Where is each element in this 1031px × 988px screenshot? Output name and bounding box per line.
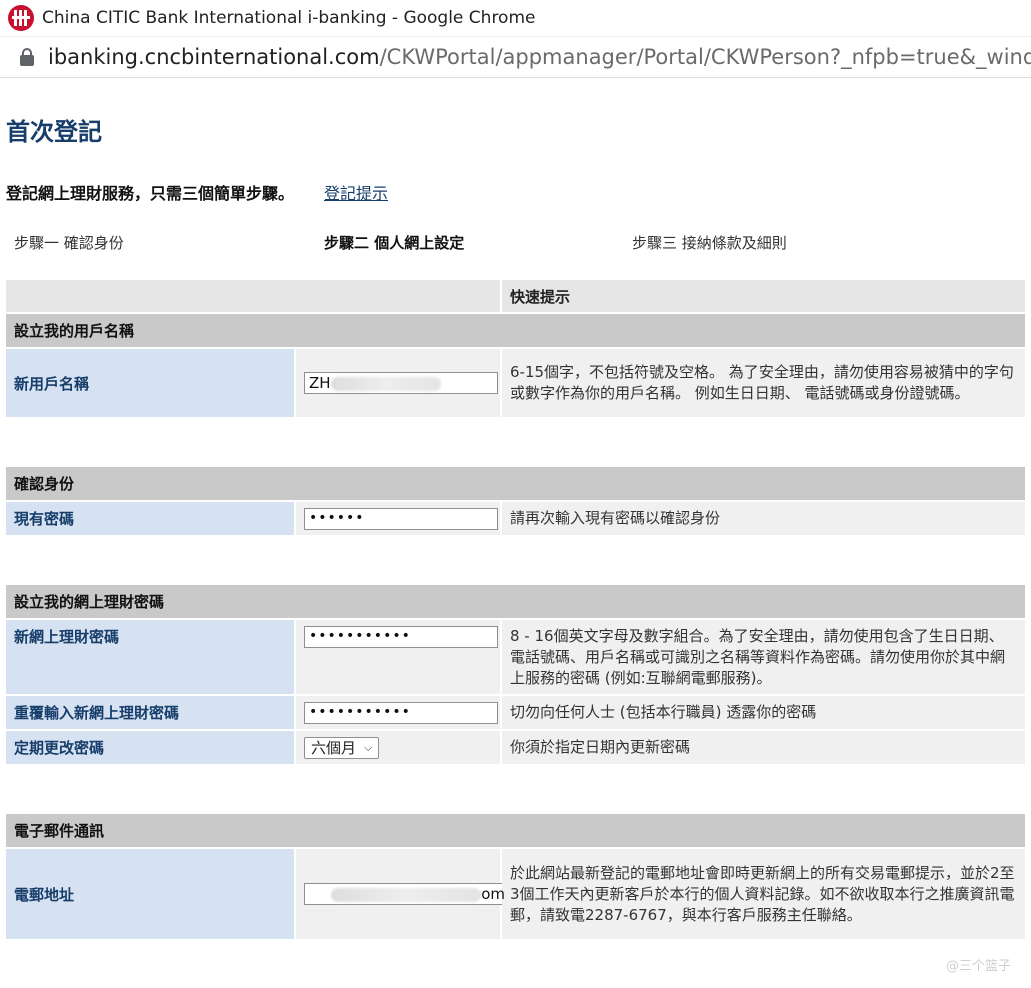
section-header-username: 設立我的用戶名稱 <box>6 314 1025 347</box>
confirm-password-tip: 切勿向任何人士 (包括本行職員) 透露你的密碼 <box>502 696 1025 729</box>
chevron-down-icon: ⌵ <box>364 740 373 754</box>
new-password-tip: 8 - 16個英文字母及數字組合。為了安全理由，請勿使用包含了生日日期、電話號碼… <box>502 620 1025 694</box>
new-password-label: 新網上理財密碼 <box>6 620 296 694</box>
step-1: 步驟一 確認身份 <box>14 234 124 252</box>
lock-icon[interactable] <box>20 47 34 66</box>
section-header-identity: 確認身份 <box>6 467 1025 500</box>
tips-header: 快速提示 <box>502 280 1025 312</box>
current-password-input[interactable]: •••••• <box>304 507 498 530</box>
new-password-row: 新網上理財密碼 ••••••••••• 8 - 16個英文字母及數字組合。為了安… <box>6 620 1025 694</box>
watermark: @三个篮子 <box>945 959 1011 974</box>
registration-form: 快速提示 設立我的用戶名稱 新用戶名稱 ZH 6-15個字，不包括符號及空格。 … <box>6 278 1025 941</box>
password-period-label: 定期更改密碼 <box>6 731 296 764</box>
email-tip: 於此網站最新登記的電郵地址會即時更新網上的所有交易電郵提示，並於2至3個工作天內… <box>502 849 1025 939</box>
page-content: 首次登記 登記網上理財服務，只需三個簡單步驟。 登記提示 步驟一 確認身份 步驟… <box>0 78 1031 941</box>
form-header-row: 快速提示 <box>6 280 1025 312</box>
redacted-blur <box>330 376 441 391</box>
confirm-password-label: 重覆輸入新網上理財密碼 <box>6 696 296 729</box>
step-3: 步驟三 接納條款及細則 <box>632 234 787 252</box>
password-period-tip: 你須於指定日期內更新密碼 <box>502 731 1025 764</box>
intro-line: 登記網上理財服務，只需三個簡單步驟。 登記提示 <box>6 180 1025 203</box>
url-path: /CKWPortal/appmanager/Portal/CKWPerson?_… <box>379 45 1031 69</box>
window-title: China CITIC Bank International i-banking… <box>42 8 536 28</box>
address-bar[interactable]: ibanking.cncbinternational.com/CKWPortal… <box>0 37 1031 78</box>
username-label: 新用戶名稱 <box>6 349 296 417</box>
password-period-select[interactable]: 六個月 ⌵ <box>304 736 380 759</box>
current-password-row: 現有密碼 •••••• 請再次輸入現有密碼以確認身份 <box>6 502 1025 535</box>
new-password-input[interactable]: ••••••••••• <box>304 626 498 648</box>
email-row: 電郵地址 om 於此網站最新登記的電郵地址會即時更新網上的所有交易電郵提示，並於… <box>6 849 1025 939</box>
section-header-password: 設立我的網上理財密碼 <box>6 585 1025 618</box>
confirm-password-input[interactable]: ••••••••••• <box>304 701 498 724</box>
bank-logo-icon <box>8 5 34 31</box>
step-2-current: 步驟二 個人網上設定 <box>324 234 465 252</box>
step-indicator: 步驟一 確認身份 步驟二 個人網上設定 步驟三 接納條款及細則 <box>6 232 1025 256</box>
current-password-label: 現有密碼 <box>6 502 296 535</box>
email-label: 電郵地址 <box>6 849 296 939</box>
password-period-row: 定期更改密碼 六個月 ⌵ 你須於指定日期內更新密碼 <box>6 731 1025 764</box>
url-host: ibanking.cncbinternational.com <box>48 45 380 69</box>
confirm-password-row: 重覆輸入新網上理財密碼 ••••••••••• 切勿向任何人士 (包括本行職員)… <box>6 696 1025 729</box>
redacted-blur <box>331 887 482 902</box>
email-input[interactable]: om <box>304 883 510 905</box>
username-row: 新用戶名稱 ZH 6-15個字，不包括符號及空格。 為了安全理由，請勿使用容易被… <box>6 349 1025 417</box>
username-input[interactable]: ZH <box>304 372 498 394</box>
intro-text: 登記網上理財服務，只需三個簡單步驟。 <box>6 184 295 203</box>
registration-help-link[interactable]: 登記提示 <box>324 180 388 203</box>
section-header-email: 電子郵件通訊 <box>6 814 1025 847</box>
username-tip: 6-15個字，不包括符號及空格。 為了安全理由，請勿使用容易被猜中的字句或數字作… <box>502 349 1025 417</box>
browser-title-bar: China CITIC Bank International i-banking… <box>0 0 1031 37</box>
page-title: 首次登記 <box>6 118 102 146</box>
current-password-tip: 請再次輸入現有密碼以確認身份 <box>502 502 1025 535</box>
